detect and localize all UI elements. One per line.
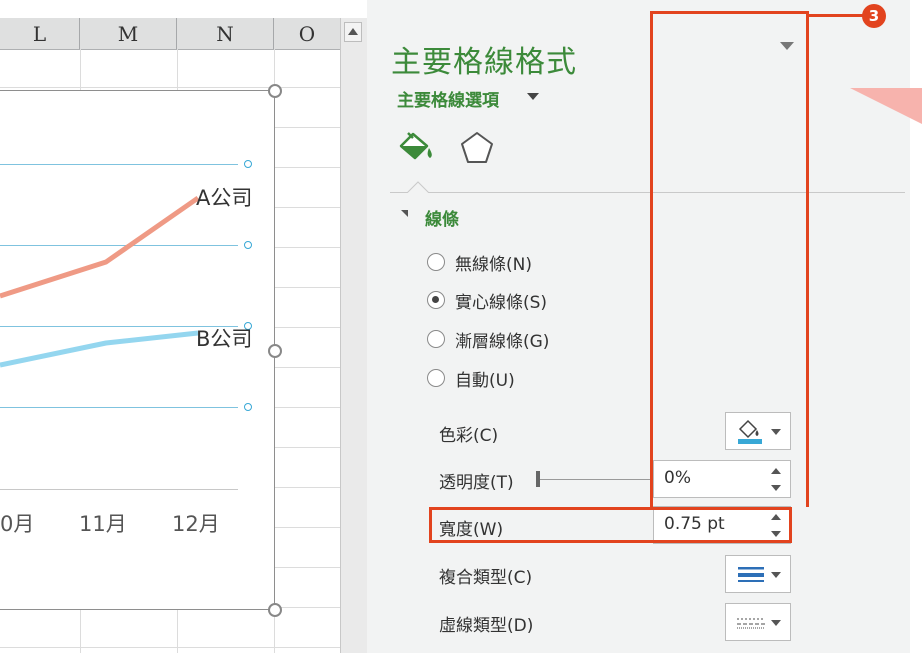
series-line-b <box>0 330 199 368</box>
chevron-down-icon <box>771 572 781 578</box>
callout-highlight-box <box>429 507 792 543</box>
radio-automatic[interactable] <box>427 369 445 387</box>
series-lines-layer <box>0 195 200 368</box>
callout-connector <box>809 14 864 17</box>
chart-resize-handle[interactable] <box>268 344 282 358</box>
series-label-a: A公司 <box>196 186 253 210</box>
scroll-up-arrow-icon[interactable] <box>344 22 362 42</box>
chart-resize-handle[interactable] <box>268 84 282 98</box>
series-line-a <box>0 195 200 299</box>
x-axis-tick-label: 0月 <box>0 512 35 536</box>
compound-lines-icon <box>738 567 764 582</box>
callout-connector <box>650 11 809 507</box>
radio-label[interactable]: 自動(U) <box>455 366 515 391</box>
radio-no-line[interactable] <box>427 253 445 271</box>
dash-type-label: 虛線類型(D) <box>439 616 534 636</box>
transparency-label: 透明度(T) <box>439 473 514 493</box>
chevron-down-icon <box>771 620 781 626</box>
radio-solid-line[interactable] <box>427 291 445 309</box>
transparency-slider-track[interactable] <box>540 479 650 480</box>
x-axis-tick-label: 11月 <box>79 512 127 536</box>
compound-type-label: 複合類型(C) <box>439 568 533 588</box>
radio-gradient-line[interactable] <box>427 330 445 348</box>
decorative-arrow-shape <box>850 88 922 124</box>
radio-label[interactable]: 無線條(N) <box>455 250 532 275</box>
color-label: 色彩(C) <box>439 426 499 446</box>
active-tab-indicator <box>407 181 429 193</box>
paint-bucket-icon[interactable] <box>396 130 436 166</box>
step-badge: 3 <box>862 4 886 28</box>
gridline-options-dropdown[interactable]: 主要格線選項 <box>397 86 499 111</box>
x-axis-tick-label: 12月 <box>172 512 220 536</box>
transparency-slider-thumb[interactable] <box>536 471 540 487</box>
collapse-triangle-icon[interactable] <box>401 210 408 217</box>
series-label-b: B公司 <box>196 327 253 351</box>
radio-label[interactable]: 實心線條(S) <box>455 288 547 313</box>
pane-title: 主要格線格式 <box>391 45 577 80</box>
pentagon-icon[interactable] <box>459 130 495 166</box>
compound-type-button[interactable] <box>725 555 791 593</box>
chevron-down-icon[interactable] <box>527 93 539 100</box>
dash-lines-icon <box>737 618 765 629</box>
tab-separator <box>390 192 905 193</box>
section-title-line[interactable]: 線條 <box>425 205 459 230</box>
radio-label[interactable]: 漸層線條(G) <box>455 327 549 352</box>
spreadsheet-grid[interactable]: L M N O A公司 B公司 0月 11月 12月 <box>0 0 340 653</box>
chart-resize-handle[interactable] <box>268 603 282 617</box>
dash-type-button[interactable] <box>725 603 791 641</box>
vertical-scrollbar[interactable] <box>340 18 367 653</box>
